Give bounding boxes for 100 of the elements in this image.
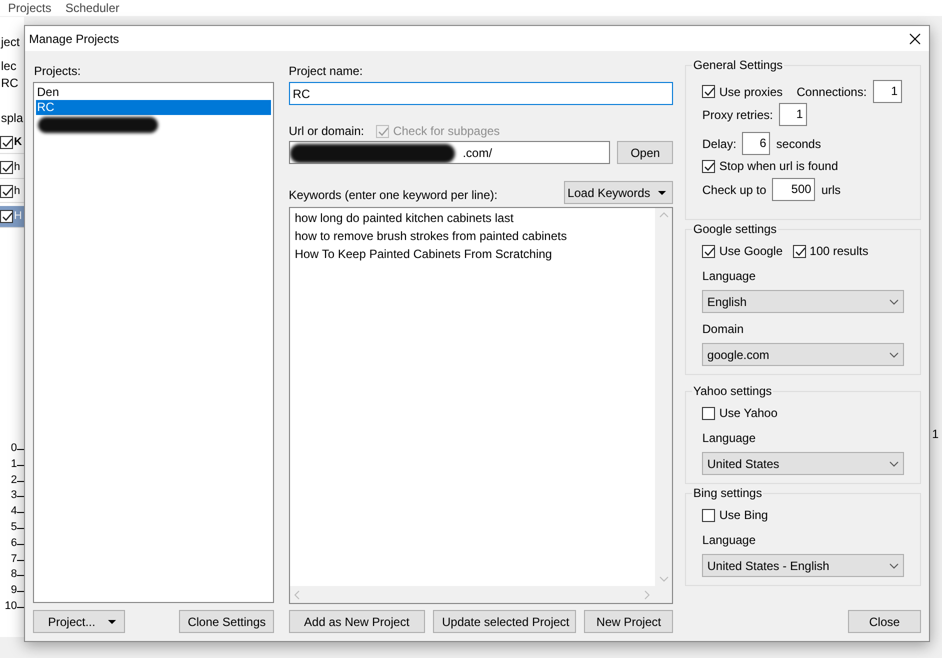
checkbox[interactable] [792,244,806,258]
keywords-field[interactable]: how long do painted kitchen cabinets last how to remove brush strokes from painted cabinets How To Keep Painted Cabinets From Scratching [288,207,674,604]
clone-settings-button[interactable]: Clone Settings [178,610,274,633]
horizontal-scrollbar[interactable] [290,586,672,603]
axis-tick-label: 7 [10,552,17,565]
project-field[interactable]: RC [1,74,18,92]
checkbox[interactable] [0,160,13,174]
axis-tick-label: 5 [10,521,17,533]
checkbox-label: Use proxies [719,84,783,100]
scroll-down-icon [658,576,669,582]
axis-tick-label: 1 [10,458,17,470]
select-value: google.com [707,346,770,364]
label-text: Domain [702,321,745,338]
checkbox[interactable] [702,85,716,98]
add-new-project-button[interactable]: Add as New Project [288,610,425,633]
keyword-line: How To Keep Painted Cabinets From Scratching [294,246,553,263]
checkbox-label: Use Yahoo [719,405,778,422]
label-text: Proxy retries: [702,106,773,124]
label-text: Project name: [288,63,364,80]
checkbox[interactable] [702,244,716,258]
caret-icon [658,190,666,194]
number-field[interactable]: 1 [872,80,902,103]
checkbox-label: Use Bing [719,507,768,524]
check-icon [794,246,805,256]
close-icon[interactable] [909,33,921,46]
update-project-button[interactable]: Update selected Project [432,610,576,633]
label-text: Url or domain: [288,123,364,140]
checkbox[interactable] [0,185,13,198]
dropdown-select[interactable]: English [702,290,904,313]
number-field[interactable]: 1 [778,103,807,126]
checkbox-label: Stop when url is found [719,158,838,175]
chevron-down-icon [889,460,900,466]
menu-item[interactable]: Projects [8,0,52,16]
scroll-right-icon [644,590,650,600]
row-text: K [14,135,22,150]
scroll-up-icon [658,212,669,218]
select-value: United States - English [707,558,830,574]
vertical-scrollbar[interactable] [655,208,672,586]
label-text: Language [702,532,757,549]
group-title: Yahoo settings [692,384,773,398]
close-button[interactable]: Close [848,610,921,633]
group-title: Google settings [692,222,778,236]
check-icon [1,210,12,222]
label-text: seconds [776,136,821,152]
label-text: Connections: [796,84,867,100]
dropdown-select[interactable]: United States - English [702,554,904,577]
dropdown-select[interactable]: google.com [702,343,904,366]
load-keywords-button[interactable]: Load Keywords [564,181,674,204]
projects-list[interactable]: Den RC [33,82,274,603]
axis-tick-label: 9 [10,584,17,596]
group-title: General Settings [692,58,784,72]
label-text: spla [1,110,24,127]
dropdown-select[interactable]: United States [702,452,904,475]
checkbox-label: Use Google [719,243,783,260]
list-item[interactable]: Den [36,85,271,100]
chevron-down-icon [889,562,900,568]
checkbox[interactable] [0,210,13,222]
number-field[interactable]: 6 [742,132,770,155]
axis-tick-label: 2 [10,474,17,486]
label-text: ject [1,34,20,51]
checkbox[interactable] [0,136,13,149]
axis-tick-label: 3 [10,489,17,502]
label-text: Language [702,268,757,285]
checkbox[interactable] [702,508,716,522]
group-title: Bing settings [692,486,763,500]
dropdown-button[interactable]: Project... [33,610,125,633]
open-button[interactable]: Open [617,141,674,164]
select-value: United States [707,456,780,472]
label-text: Keywords (enter one keyword per line): [288,187,498,204]
checkbox[interactable] [702,160,716,172]
list-item[interactable]: RC [36,100,271,115]
window-title: Manage Projects [29,30,120,48]
label-text: Check up to [702,182,766,198]
axis-tick-label: 0 [10,442,17,454]
axis-tick-label: 10 [4,600,17,612]
row-text: h [14,160,20,175]
label-text: 1 [932,426,939,443]
check-icon [703,86,714,97]
label-text: Language [702,430,757,447]
menu-item[interactable]: Scheduler [65,0,120,16]
check-icon [1,186,12,197]
url-field[interactable]: .com/ [288,141,610,164]
project-name-field[interactable]: RC [288,82,674,105]
label-text: Delay: [702,136,736,152]
row-text: h [14,184,20,200]
label-text: Projects: [34,63,82,80]
caret-icon [108,620,116,624]
axis-tick-label: 4 [10,505,17,518]
label-text: lec [1,58,16,75]
checkbox-label: Check for subpages [393,123,500,140]
label-text: urls [821,182,841,198]
number-field[interactable]: 500 [772,178,816,201]
check-icon [703,246,714,256]
new-project-button[interactable]: New Project [584,610,674,633]
scroll-left-icon [294,590,300,600]
axis-tick-label: 8 [10,568,17,580]
field-value: .com/ [462,144,492,162]
checkbox[interactable] [702,406,716,420]
check-icon [377,126,388,136]
keyword-line: how long do painted kitchen cabinets last [294,210,515,227]
